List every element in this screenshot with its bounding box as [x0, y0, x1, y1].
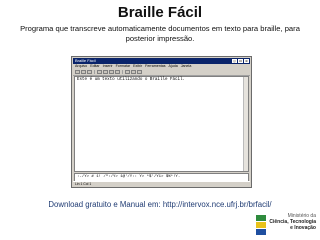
ministry-emblem-icon [256, 215, 266, 235]
ministry-logo: Ministério da Ciência, Tecnologia e Inov… [256, 213, 316, 237]
toolbar [73, 69, 250, 76]
paste-icon[interactable] [115, 70, 120, 74]
editor-scrollbar[interactable] [243, 77, 248, 171]
braille-preview-text: :-/Y> # 1! /^:/Y> 1@'/Y:: Y> *$'/Y1> $%*… [77, 175, 181, 179]
ministry-logo-text: Ministério da Ciência, Tecnologia e Inov… [268, 213, 316, 231]
text-editor[interactable]: Este é um texto utilizando o Braille Fác… [74, 76, 249, 172]
braille-icon[interactable] [131, 70, 136, 74]
logo-line-3: e Inovação [290, 225, 316, 231]
help-icon[interactable] [137, 70, 142, 74]
toolbar-separator [122, 70, 123, 74]
maximize-button[interactable]: □ [238, 59, 243, 63]
new-icon[interactable] [75, 70, 80, 74]
open-icon[interactable] [81, 70, 86, 74]
slide-title: Braille Fácil [117, 4, 203, 21]
download-footer: Download gratuito e Manual em: http://in… [48, 200, 272, 209]
copy-icon[interactable] [109, 70, 114, 74]
print-icon[interactable] [97, 70, 102, 74]
braille-facil-window: Braille Fácil _ □ × Arquivo Editar Inser… [71, 56, 252, 188]
status-bar: Lin 1 Col 1 [73, 181, 250, 187]
window-controls: _ □ × [232, 59, 250, 63]
editor-text: Este é um texto utilizando o Braille Fác… [77, 78, 186, 82]
toolbar-separator [94, 70, 95, 74]
slide-subtitle: Programa que transcreve automaticamente … [20, 24, 300, 43]
save-icon[interactable] [87, 70, 92, 74]
minimize-button[interactable]: _ [232, 59, 237, 63]
cut-icon[interactable] [103, 70, 108, 74]
undo-icon[interactable] [125, 70, 130, 74]
close-button[interactable]: × [244, 59, 249, 63]
